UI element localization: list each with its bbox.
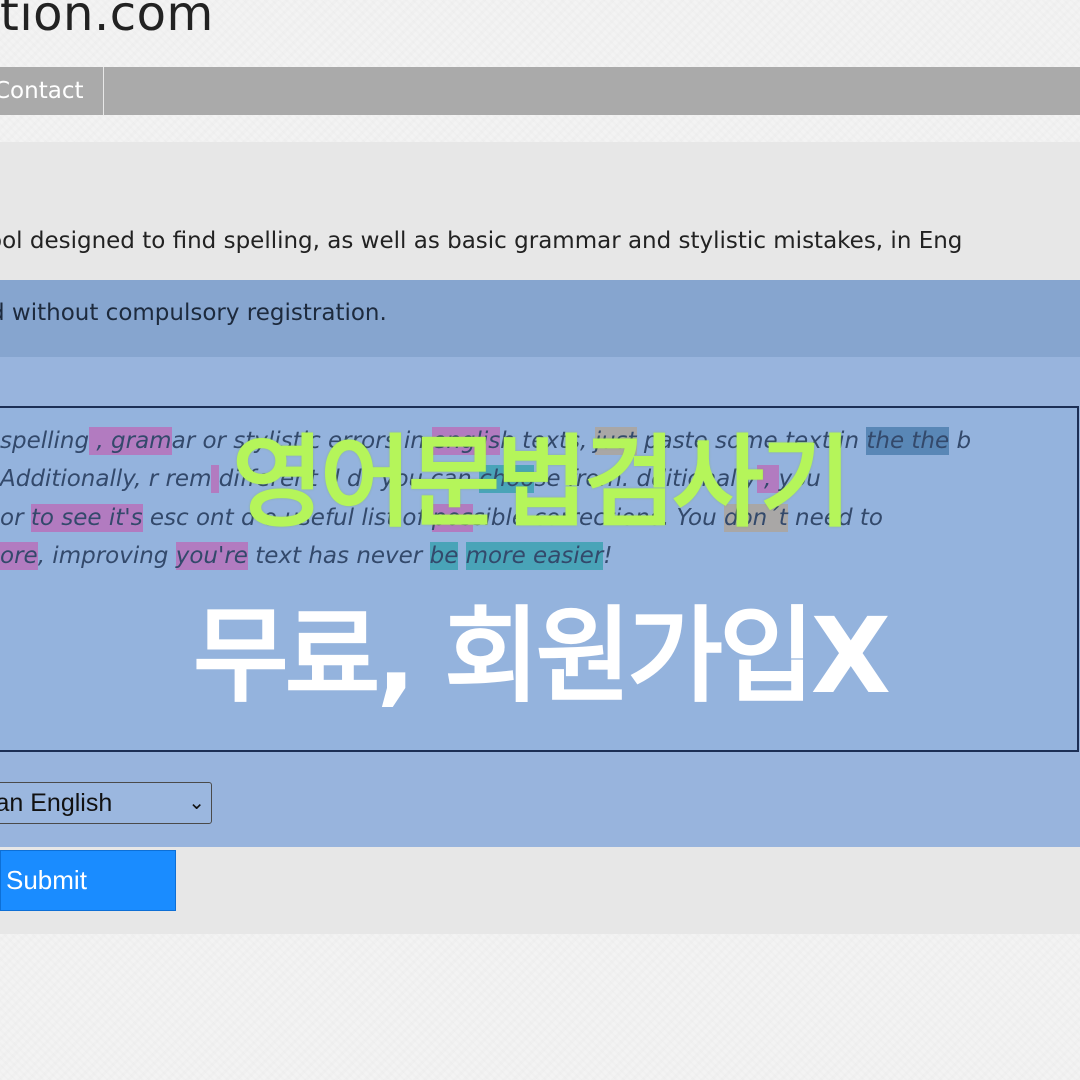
nav-bar: Contact	[0, 67, 1080, 115]
error-highlight[interactable]: you're	[175, 542, 248, 570]
language-select[interactable]: can English ⌄	[0, 782, 212, 824]
notice-bar: d without compulsory registration.	[0, 280, 1080, 357]
language-select-value: can English	[0, 789, 113, 817]
nav-item-contact[interactable]: Contact	[0, 67, 104, 115]
error-highlight[interactable]: more easier	[465, 542, 604, 570]
overlay-subtitle: 무료, 회원가입X	[193, 595, 891, 717]
editor-text: !	[603, 543, 613, 569]
grammar-tool-panel: d without compulsory registration. spell…	[0, 280, 1080, 847]
error-highlight[interactable]: be	[429, 542, 459, 570]
editor-text: , improving	[37, 543, 176, 569]
overlay-title: 영어문법검사기	[232, 424, 852, 541]
intro-text: ool designed to find spelling, as well a…	[0, 228, 963, 254]
chevron-down-icon: ⌄	[188, 792, 205, 814]
editor-line: ore, improving you're text has never be …	[0, 541, 613, 571]
editor-text	[458, 543, 465, 569]
notice-text: d without compulsory registration.	[0, 300, 387, 326]
site-title[interactable]: tion.com	[0, 0, 214, 42]
submit-button[interactable]: Submit	[0, 850, 176, 911]
error-highlight[interactable]: ore	[0, 542, 38, 570]
editor-text: text has never	[247, 543, 430, 569]
